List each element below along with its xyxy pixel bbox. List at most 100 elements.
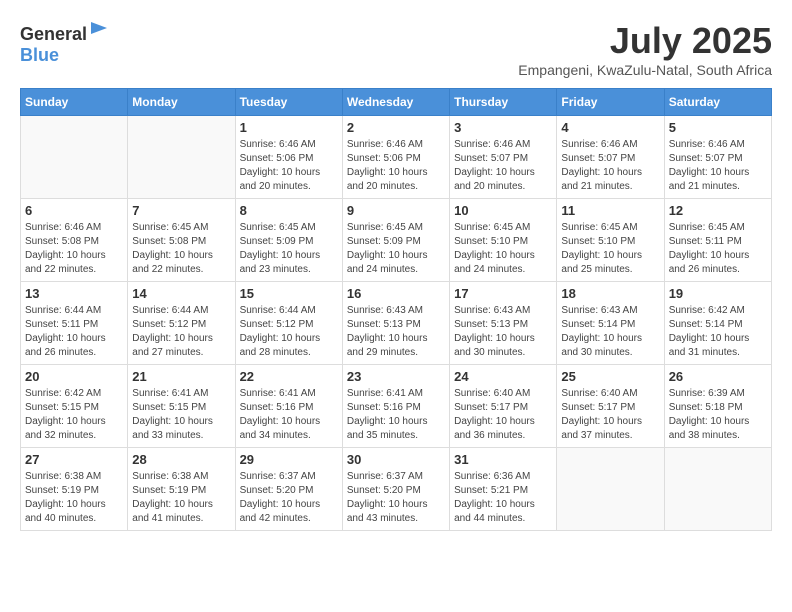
day-number: 16 bbox=[347, 286, 445, 301]
calendar-cell bbox=[128, 116, 235, 199]
day-number: 13 bbox=[25, 286, 123, 301]
calendar-cell: 7 Sunrise: 6:45 AMSunset: 5:08 PMDaylight… bbox=[128, 199, 235, 282]
calendar-cell: 27Sunrise: 6:38 AMSunset: 5:19 PMDayligh… bbox=[21, 448, 128, 531]
calendar-cell: 22Sunrise: 6:41 AMSunset: 5:16 PMDayligh… bbox=[235, 365, 342, 448]
day-number: 2 bbox=[347, 120, 445, 135]
day-info: Sunrise: 6:46 AMSunset: 5:08 PMDaylight:… bbox=[25, 221, 123, 277]
calendar-cell: 9 Sunrise: 6:45 AMSunset: 5:09 PMDaylight… bbox=[342, 199, 449, 282]
day-number: 24 bbox=[454, 369, 552, 384]
day-info: Sunrise: 6:37 AMSunset: 5:20 PMDaylight:… bbox=[240, 470, 338, 526]
calendar-cell: 25Sunrise: 6:40 AMSunset: 5:17 PMDayligh… bbox=[557, 365, 664, 448]
day-info: Sunrise: 6:44 AMSunset: 5:12 PMDaylight:… bbox=[240, 304, 338, 360]
day-info: Sunrise: 6:45 AMSunset: 5:10 PMDaylight:… bbox=[454, 221, 552, 277]
day-number: 10 bbox=[454, 203, 552, 218]
calendar-cell: 21Sunrise: 6:41 AMSunset: 5:15 PMDayligh… bbox=[128, 365, 235, 448]
calendar-header-row: SundayMondayTuesdayWednesdayThursdayFrid… bbox=[21, 89, 772, 116]
calendar-week-4: 20 Sunrise: 6:42 AMSunset: 5:15 PMDayligh… bbox=[21, 365, 772, 448]
day-info: Sunrise: 6:42 AMSunset: 5:14 PMDaylight:… bbox=[669, 304, 767, 360]
day-number: 29 bbox=[240, 452, 338, 467]
day-info: Sunrise: 6:36 AMSunset: 5:21 PMDaylight:… bbox=[454, 470, 552, 526]
calendar-week-3: 13 Sunrise: 6:44 AMSunset: 5:11 PMDayligh… bbox=[21, 282, 772, 365]
weekday-header-tuesday: Tuesday bbox=[235, 89, 342, 116]
day-info: Sunrise: 6:45 AMSunset: 5:11 PMDaylight:… bbox=[669, 221, 767, 277]
day-number: 9 bbox=[347, 203, 445, 218]
day-number: 26 bbox=[669, 369, 767, 384]
calendar-week-1: 1 Sunrise: 6:46 AMSunset: 5:06 PMDaylight… bbox=[21, 116, 772, 199]
day-number: 21 bbox=[132, 369, 230, 384]
weekday-header-saturday: Saturday bbox=[664, 89, 771, 116]
day-info: Sunrise: 6:46 AMSunset: 5:07 PMDaylight:… bbox=[561, 138, 659, 194]
calendar-cell bbox=[21, 116, 128, 199]
day-number: 4 bbox=[561, 120, 659, 135]
day-info: Sunrise: 6:37 AMSunset: 5:20 PMDaylight:… bbox=[347, 470, 445, 526]
day-number: 6 bbox=[25, 203, 123, 218]
calendar-week-5: 27Sunrise: 6:38 AMSunset: 5:19 PMDayligh… bbox=[21, 448, 772, 531]
day-number: 23 bbox=[347, 369, 445, 384]
day-number: 20 bbox=[25, 369, 123, 384]
day-number: 15 bbox=[240, 286, 338, 301]
calendar-cell: 24 Sunrise: 6:40 AMSunset: 5:17 PMDayligh… bbox=[450, 365, 557, 448]
day-info: Sunrise: 6:42 AMSunset: 5:15 PMDaylight:… bbox=[25, 387, 123, 443]
logo-text: General Blue bbox=[20, 20, 109, 66]
calendar-cell: 15 Sunrise: 6:44 AMSunset: 5:12 PMDayligh… bbox=[235, 282, 342, 365]
day-info: Sunrise: 6:45 AMSunset: 5:08 PMDaylight:… bbox=[132, 221, 230, 277]
day-number: 28 bbox=[132, 452, 230, 467]
logo-general: General bbox=[20, 24, 87, 44]
calendar-cell: 18Sunrise: 6:43 AMSunset: 5:14 PMDayligh… bbox=[557, 282, 664, 365]
calendar-cell: 12 Sunrise: 6:45 AMSunset: 5:11 PMDayligh… bbox=[664, 199, 771, 282]
logo-flag-icon bbox=[89, 20, 109, 40]
day-info: Sunrise: 6:40 AMSunset: 5:17 PMDaylight:… bbox=[561, 387, 659, 443]
logo: General Blue bbox=[20, 20, 109, 66]
day-number: 7 bbox=[132, 203, 230, 218]
calendar-cell: 10 Sunrise: 6:45 AMSunset: 5:10 PMDayligh… bbox=[450, 199, 557, 282]
calendar-cell bbox=[557, 448, 664, 531]
calendar-cell: 6 Sunrise: 6:46 AMSunset: 5:08 PMDaylight… bbox=[21, 199, 128, 282]
location-subtitle: Empangeni, KwaZulu-Natal, South Africa bbox=[518, 62, 772, 78]
day-number: 30 bbox=[347, 452, 445, 467]
day-number: 12 bbox=[669, 203, 767, 218]
day-info: Sunrise: 6:45 AMSunset: 5:09 PMDaylight:… bbox=[240, 221, 338, 277]
day-number: 3 bbox=[454, 120, 552, 135]
page-header: General Blue July 2025 Empangeni, KwaZul… bbox=[20, 20, 772, 78]
calendar-cell: 16 Sunrise: 6:43 AMSunset: 5:13 PMDayligh… bbox=[342, 282, 449, 365]
day-info: Sunrise: 6:44 AMSunset: 5:11 PMDaylight:… bbox=[25, 304, 123, 360]
weekday-header-friday: Friday bbox=[557, 89, 664, 116]
day-number: 27 bbox=[25, 452, 123, 467]
calendar-table: SundayMondayTuesdayWednesdayThursdayFrid… bbox=[20, 88, 772, 531]
calendar-cell: 30 Sunrise: 6:37 AMSunset: 5:20 PMDayligh… bbox=[342, 448, 449, 531]
calendar-cell: 29 Sunrise: 6:37 AMSunset: 5:20 PMDayligh… bbox=[235, 448, 342, 531]
calendar-cell: 8 Sunrise: 6:45 AMSunset: 5:09 PMDaylight… bbox=[235, 199, 342, 282]
calendar-cell: 17Sunrise: 6:43 AMSunset: 5:13 PMDayligh… bbox=[450, 282, 557, 365]
day-number: 31 bbox=[454, 452, 552, 467]
day-info: Sunrise: 6:40 AMSunset: 5:17 PMDaylight:… bbox=[454, 387, 552, 443]
day-number: 1 bbox=[240, 120, 338, 135]
calendar-week-2: 6 Sunrise: 6:46 AMSunset: 5:08 PMDaylight… bbox=[21, 199, 772, 282]
day-info: Sunrise: 6:45 AMSunset: 5:09 PMDaylight:… bbox=[347, 221, 445, 277]
weekday-header-thursday: Thursday bbox=[450, 89, 557, 116]
day-number: 8 bbox=[240, 203, 338, 218]
calendar-cell: 1Sunrise: 6:46 AMSunset: 5:06 PMDaylight… bbox=[235, 116, 342, 199]
month-year-title: July 2025 bbox=[518, 20, 772, 62]
calendar-cell: 23Sunrise: 6:41 AMSunset: 5:16 PMDayligh… bbox=[342, 365, 449, 448]
day-info: Sunrise: 6:45 AMSunset: 5:10 PMDaylight:… bbox=[561, 221, 659, 277]
title-area: July 2025 Empangeni, KwaZulu-Natal, Sout… bbox=[518, 20, 772, 78]
logo-blue: Blue bbox=[20, 45, 59, 65]
calendar-cell: 13 Sunrise: 6:44 AMSunset: 5:11 PMDayligh… bbox=[21, 282, 128, 365]
calendar-cell: 5 Sunrise: 6:46 AMSunset: 5:07 PMDaylight… bbox=[664, 116, 771, 199]
day-info: Sunrise: 6:44 AMSunset: 5:12 PMDaylight:… bbox=[132, 304, 230, 360]
calendar-cell: 26Sunrise: 6:39 AMSunset: 5:18 PMDayligh… bbox=[664, 365, 771, 448]
day-info: Sunrise: 6:46 AMSunset: 5:06 PMDaylight:… bbox=[347, 138, 445, 194]
calendar-cell: 19Sunrise: 6:42 AMSunset: 5:14 PMDayligh… bbox=[664, 282, 771, 365]
day-number: 5 bbox=[669, 120, 767, 135]
day-info: Sunrise: 6:46 AMSunset: 5:07 PMDaylight:… bbox=[669, 138, 767, 194]
calendar-cell: 14 Sunrise: 6:44 AMSunset: 5:12 PMDayligh… bbox=[128, 282, 235, 365]
weekday-header-wednesday: Wednesday bbox=[342, 89, 449, 116]
day-info: Sunrise: 6:43 AMSunset: 5:13 PMDaylight:… bbox=[347, 304, 445, 360]
calendar-cell bbox=[664, 448, 771, 531]
day-number: 14 bbox=[132, 286, 230, 301]
calendar-cell: 28Sunrise: 6:38 AMSunset: 5:19 PMDayligh… bbox=[128, 448, 235, 531]
day-number: 18 bbox=[561, 286, 659, 301]
calendar-cell: 3Sunrise: 6:46 AMSunset: 5:07 PMDaylight… bbox=[450, 116, 557, 199]
day-info: Sunrise: 6:43 AMSunset: 5:13 PMDaylight:… bbox=[454, 304, 552, 360]
calendar-cell: 11Sunrise: 6:45 AMSunset: 5:10 PMDayligh… bbox=[557, 199, 664, 282]
